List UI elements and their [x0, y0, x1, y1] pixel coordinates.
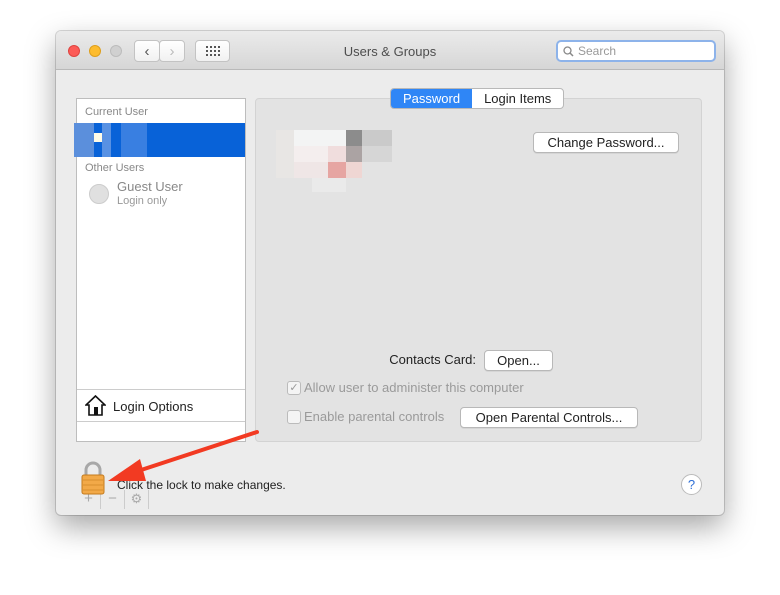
annotation-arrow: [108, 430, 259, 481]
